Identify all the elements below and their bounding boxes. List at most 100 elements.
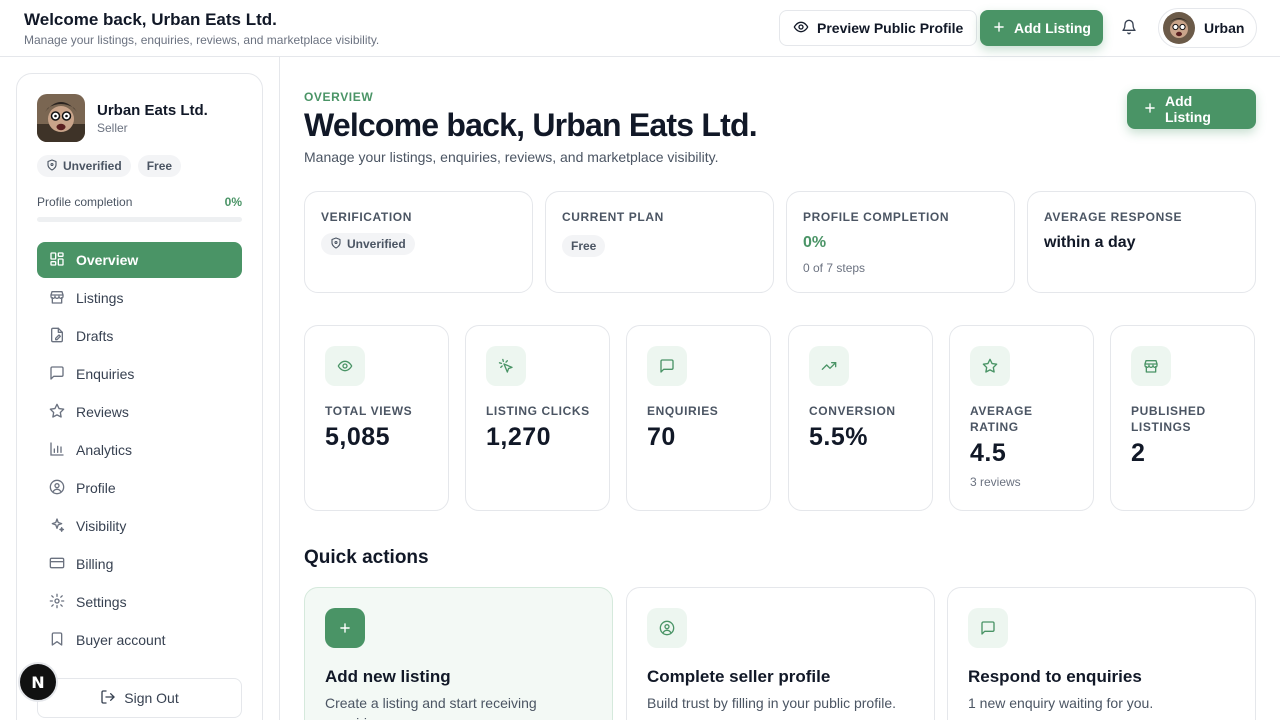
stat-card-total-views: TOTAL VIEWS 5,085 xyxy=(304,325,449,511)
sidebar-item-label: Billing xyxy=(76,556,114,572)
seller-badges: Unverified Free xyxy=(37,155,182,177)
sidebar-item-visibility[interactable]: Visibility xyxy=(37,508,242,544)
sidebar-item-label: Reviews xyxy=(76,404,129,420)
seller-name: Urban Eats Ltd. xyxy=(97,102,208,119)
sidebar-item-label: Buyer account xyxy=(76,632,166,648)
sidebar-item-drafts[interactable]: Drafts xyxy=(37,318,242,354)
star-icon xyxy=(49,403,65,422)
add-listing-label: Add Listing xyxy=(1014,20,1091,36)
top-bar-subtitle: Manage your listings, enquiries, reviews… xyxy=(24,33,380,47)
stat-note: 3 reviews xyxy=(970,475,1021,489)
stat-value: 70 xyxy=(647,423,676,451)
sidebar-item-buyer-account[interactable]: Buyer account xyxy=(37,622,242,658)
sidebar-item-label: Analytics xyxy=(76,442,133,458)
stat-label: AVERAGE RATING xyxy=(970,404,1033,434)
plan-status-badge: Free xyxy=(562,235,606,257)
sidebar-item-label: Overview xyxy=(76,252,139,268)
sparkles-icon xyxy=(49,517,65,536)
quick-action-desc: Create a listing and start receiving enq… xyxy=(325,695,537,720)
add-listing-button-main[interactable]: Add Listing xyxy=(1127,89,1256,129)
stat-value: 2 xyxy=(1131,439,1146,467)
plus-icon xyxy=(325,608,365,648)
page-title: Welcome back, Urban Eats Ltd. xyxy=(304,107,758,143)
page-subtitle: Manage your listings, enquiries, reviews… xyxy=(304,149,719,165)
stat-label: TOTAL VIEWS xyxy=(325,404,413,418)
eye-icon xyxy=(325,346,365,386)
preview-public-profile-button[interactable]: Preview Public Profile xyxy=(779,10,978,46)
quick-action-add-listing[interactable]: Add new listing Create a listing and sta… xyxy=(304,587,613,720)
trending-up-icon xyxy=(809,346,849,386)
add-listing-label: Add Listing xyxy=(1165,93,1211,125)
message-icon xyxy=(49,365,65,384)
info-card-current-plan: CURRENT PLAN Free xyxy=(545,191,774,293)
floating-assistant-button[interactable]: N xyxy=(18,662,58,702)
sidebar-item-settings[interactable]: Settings xyxy=(37,584,242,620)
section-eyebrow: OVERVIEW xyxy=(304,90,374,104)
sidebar-item-overview[interactable]: Overview xyxy=(37,242,242,278)
stat-card-conversion: CONVERSION 5.5% xyxy=(788,325,933,511)
sidebar-item-label: Settings xyxy=(76,594,127,610)
info-card-label: VERIFICATION xyxy=(321,210,412,224)
badge-label: Unverified xyxy=(347,237,406,251)
message-icon xyxy=(647,346,687,386)
info-card-profile-completion: PROFILE COMPLETION 0% 0 of 7 steps xyxy=(786,191,1015,293)
message-icon xyxy=(968,608,1008,648)
quick-action-complete-profile[interactable]: Complete seller profile Build trust by f… xyxy=(626,587,935,720)
sidebar-item-profile[interactable]: Profile xyxy=(37,470,242,506)
star-icon xyxy=(970,346,1010,386)
stat-card-published-listings: PUBLISHED LISTINGS 2 xyxy=(1110,325,1255,511)
badge-label: Free xyxy=(571,239,597,253)
quick-action-title: Add new listing xyxy=(325,667,451,686)
store-icon xyxy=(1131,346,1171,386)
quick-action-desc: 1 new enquiry waiting for you. xyxy=(968,695,1154,711)
plus-icon xyxy=(992,20,1006,37)
shield-icon xyxy=(330,236,342,252)
verification-badge-label: Unverified xyxy=(63,159,122,173)
bar-chart-icon xyxy=(49,441,65,460)
sidebar-nav: Overview Listings Drafts Enquiries Revie… xyxy=(37,242,242,660)
stat-value: 5,085 xyxy=(325,423,391,451)
verification-status-badge: Unverified xyxy=(321,233,415,255)
notifications-button[interactable] xyxy=(1116,16,1142,42)
quick-actions-title: Quick actions xyxy=(304,547,429,568)
sidebar: Urban Eats Ltd. Seller Unverified Free P… xyxy=(16,73,263,720)
user-name: Urban xyxy=(1204,20,1245,36)
sidebar-column: Urban Eats Ltd. Seller Unverified Free P… xyxy=(0,57,280,720)
info-card-value: 0% xyxy=(803,234,827,251)
sidebar-item-billing[interactable]: Billing xyxy=(37,546,242,582)
seller-avatar xyxy=(37,94,85,142)
bookmark-icon xyxy=(49,631,65,650)
plan-badge-label: Free xyxy=(146,159,173,173)
stat-label: ENQUIRIES xyxy=(647,404,719,418)
sign-out-button[interactable]: Sign Out xyxy=(37,678,242,718)
eye-icon xyxy=(793,19,809,38)
sidebar-item-label: Profile xyxy=(76,480,116,496)
info-card-note: 0 of 7 steps xyxy=(803,261,866,275)
info-card-verification: VERIFICATION Unverified xyxy=(304,191,533,293)
preview-public-profile-label: Preview Public Profile xyxy=(817,20,964,36)
sidebar-item-reviews[interactable]: Reviews xyxy=(37,394,242,430)
sidebar-item-analytics[interactable]: Analytics xyxy=(37,432,242,468)
stat-label: LISTING CLICKS xyxy=(486,404,590,418)
info-card-label: AVERAGE RESPONSE xyxy=(1044,210,1183,224)
quick-action-title: Respond to enquiries xyxy=(968,667,1142,686)
stat-card-listing-clicks: LISTING CLICKS 1,270 xyxy=(465,325,610,511)
profile-completion-progress xyxy=(37,217,242,222)
top-bar-title: Welcome back, Urban Eats Ltd. xyxy=(24,10,277,29)
add-listing-button-header[interactable]: Add Listing xyxy=(980,10,1103,46)
stat-card-enquiries: ENQUIRIES 70 xyxy=(626,325,771,511)
sidebar-item-listings[interactable]: Listings xyxy=(37,280,242,316)
sidebar-item-enquiries[interactable]: Enquiries xyxy=(37,356,242,392)
user-menu-button[interactable]: Urban xyxy=(1158,8,1258,48)
pointer-click-icon xyxy=(486,346,526,386)
main-content: OVERVIEW Welcome back, Urban Eats Ltd. M… xyxy=(304,57,1256,720)
info-card-label: CURRENT PLAN xyxy=(562,210,664,224)
stat-value: 5.5% xyxy=(809,423,868,451)
stat-label: CONVERSION xyxy=(809,404,896,418)
shield-icon xyxy=(46,158,58,174)
quick-action-respond-enquiries[interactable]: Respond to enquiries 1 new enquiry waiti… xyxy=(947,587,1256,720)
plus-icon xyxy=(1143,101,1157,118)
stat-card-average-rating: AVERAGE RATING 4.5 3 reviews xyxy=(949,325,1094,511)
sidebar-item-label: Drafts xyxy=(76,328,114,344)
user-circle-icon xyxy=(647,608,687,648)
